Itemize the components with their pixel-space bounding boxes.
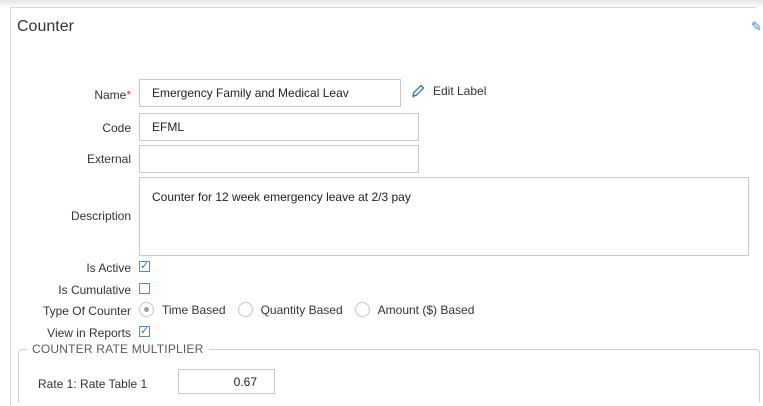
radio-quantity-based[interactable]: Quantity Based (237, 302, 343, 317)
view-in-reports-label: View in Reports (47, 326, 131, 340)
is-active-label: Is Active (86, 261, 131, 275)
description-field[interactable]: Counter for 12 week emergency leave at 2… (139, 177, 749, 256)
rate-1-input[interactable]: 0.67 (178, 369, 275, 394)
name-field[interactable]: Emergency Family and Medical Leav (139, 79, 401, 107)
radio-selected-icon (139, 302, 154, 317)
code-label: Code (102, 121, 131, 135)
is-active-checkbox[interactable]: ✓ (139, 260, 150, 272)
rate-1-label: Rate 1: Rate Table 1 (38, 377, 148, 391)
radio-amount-based[interactable]: Amount ($) Based (354, 302, 474, 317)
is-cumulative-label: Is Cumulative (58, 283, 131, 297)
type-of-counter-radio-group: Time Based Quantity Based Amount ($) Bas… (139, 302, 486, 317)
external-label: External (86, 152, 131, 166)
edit-label-button[interactable]: Edit Label (410, 83, 486, 99)
panel-title: Counter (17, 18, 74, 35)
type-of-counter-label: Type Of Counter (42, 304, 131, 318)
radio-time-based[interactable]: Time Based (139, 302, 226, 317)
checkmark-icon: ✓ (140, 325, 150, 337)
pin-icon[interactable]: ✎ (751, 19, 762, 35)
view-in-reports-checkbox[interactable]: ✓ (139, 325, 150, 337)
code-field[interactable]: EFML (139, 113, 419, 141)
counter-rate-multiplier-group: COUNTER RATE MULTIPLIER (18, 342, 760, 402)
counter-rate-multiplier-legend: COUNTER RATE MULTIPLIER (32, 342, 204, 356)
is-cumulative-checkbox[interactable] (139, 283, 150, 294)
external-field[interactable] (139, 145, 419, 173)
description-label: Description (70, 209, 131, 223)
radio-unselected-icon (237, 302, 253, 317)
checkmark-icon: ✓ (140, 260, 150, 272)
required-mark: * (126, 88, 131, 102)
radio-unselected-icon (354, 302, 370, 317)
pencil-icon (412, 84, 425, 98)
edit-label-text: Edit Label (433, 84, 487, 98)
name-label: Name* (94, 88, 131, 102)
